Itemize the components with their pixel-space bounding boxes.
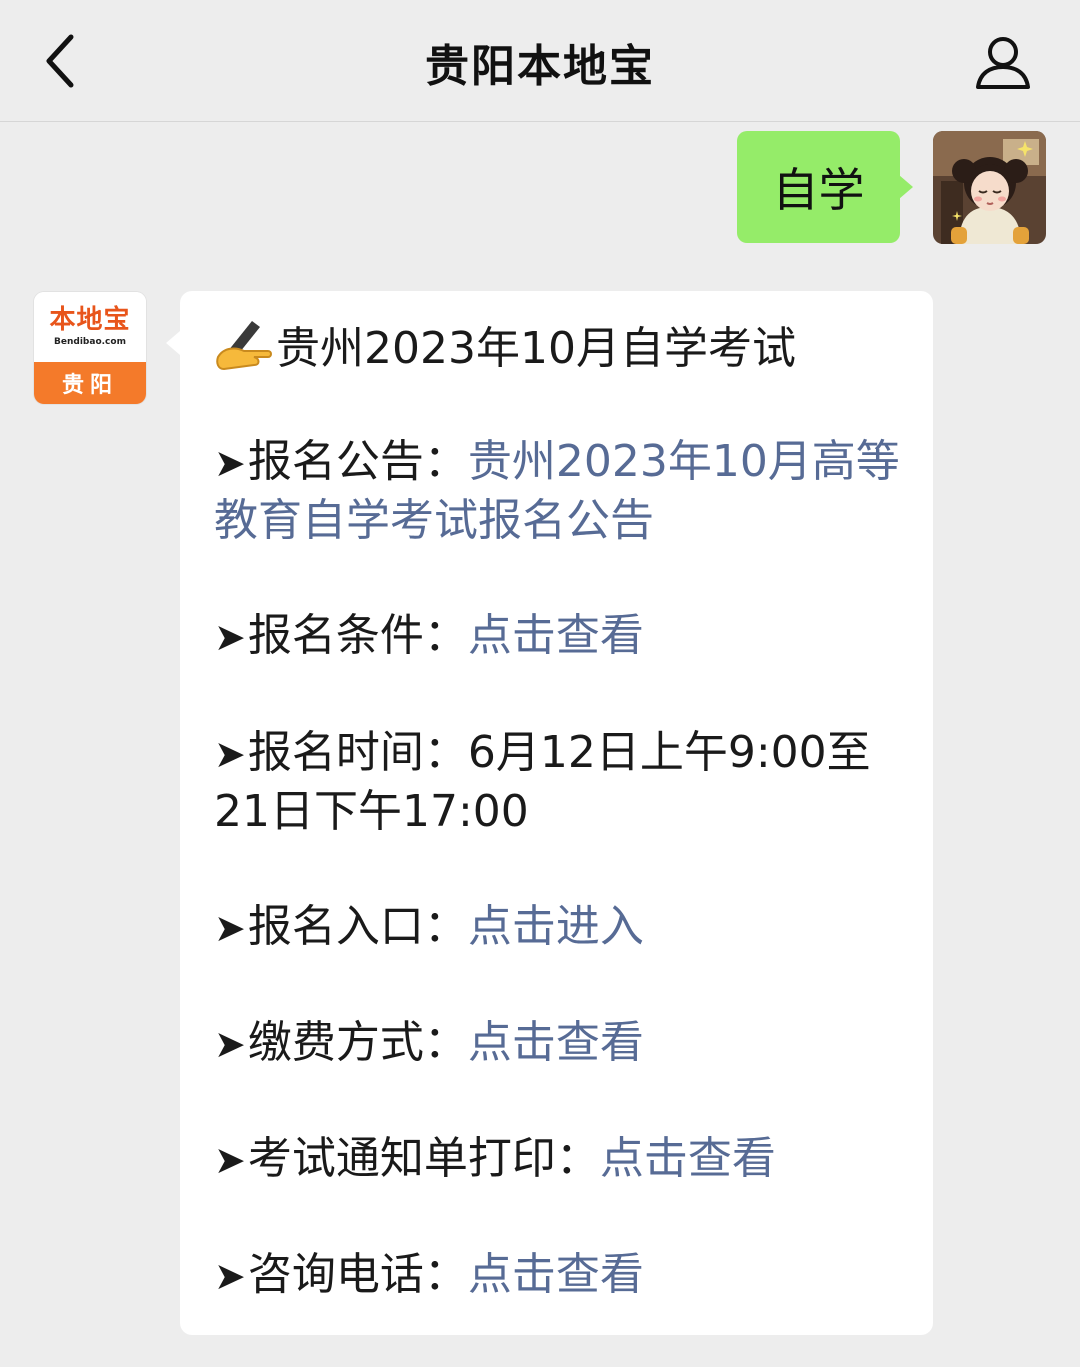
incoming-message-bubble: 贵州2023年10月自学考试 ➤报名公告：贵州2023年10月高等教育自学考试报… (166, 291, 933, 1335)
user-avatar-image (933, 131, 1046, 244)
phone-link[interactable]: 点击查看 (468, 1249, 644, 1300)
list-item: ➤报名条件：点击查看 (214, 610, 644, 661)
outgoing-message-bubble[interactable]: 自学 (737, 131, 913, 243)
list-item: ➤报名时间：6月12日上午9:00至21日下午17:00 (214, 727, 871, 837)
list-item: ➤报名公告：贵州2023年10月高等教育自学考试报名公告 (214, 436, 900, 546)
list-item: ➤考试通知单打印：点击查看 (214, 1133, 776, 1184)
page-title: 贵阳本地宝 (425, 41, 655, 92)
message-title: 贵州2023年10月自学考试 (214, 317, 796, 379)
payment-link[interactable]: 点击查看 (468, 1017, 644, 1068)
list-item: ➤报名入口：点击进入 (214, 901, 644, 952)
list-item: ➤缴费方式：点击查看 (214, 1017, 644, 1068)
profile-button[interactable] (968, 30, 1038, 96)
conditions-link[interactable]: 点击查看 (468, 610, 644, 661)
person-icon (976, 37, 1030, 89)
nav-bar: 贵阳本地宝 (0, 0, 1080, 122)
notice-print-link[interactable]: 点击查看 (600, 1133, 776, 1184)
list-item: ➤咨询电话：点击查看 (214, 1249, 644, 1300)
entry-link[interactable]: 点击进入 (468, 901, 644, 952)
logo: 本地宝 Bendibao.com (34, 292, 146, 362)
writing-hand-icon (214, 317, 274, 373)
official-account-avatar[interactable]: 本地宝 Bendibao.com 贵阳 (34, 292, 146, 404)
user-avatar[interactable] (933, 131, 1046, 244)
